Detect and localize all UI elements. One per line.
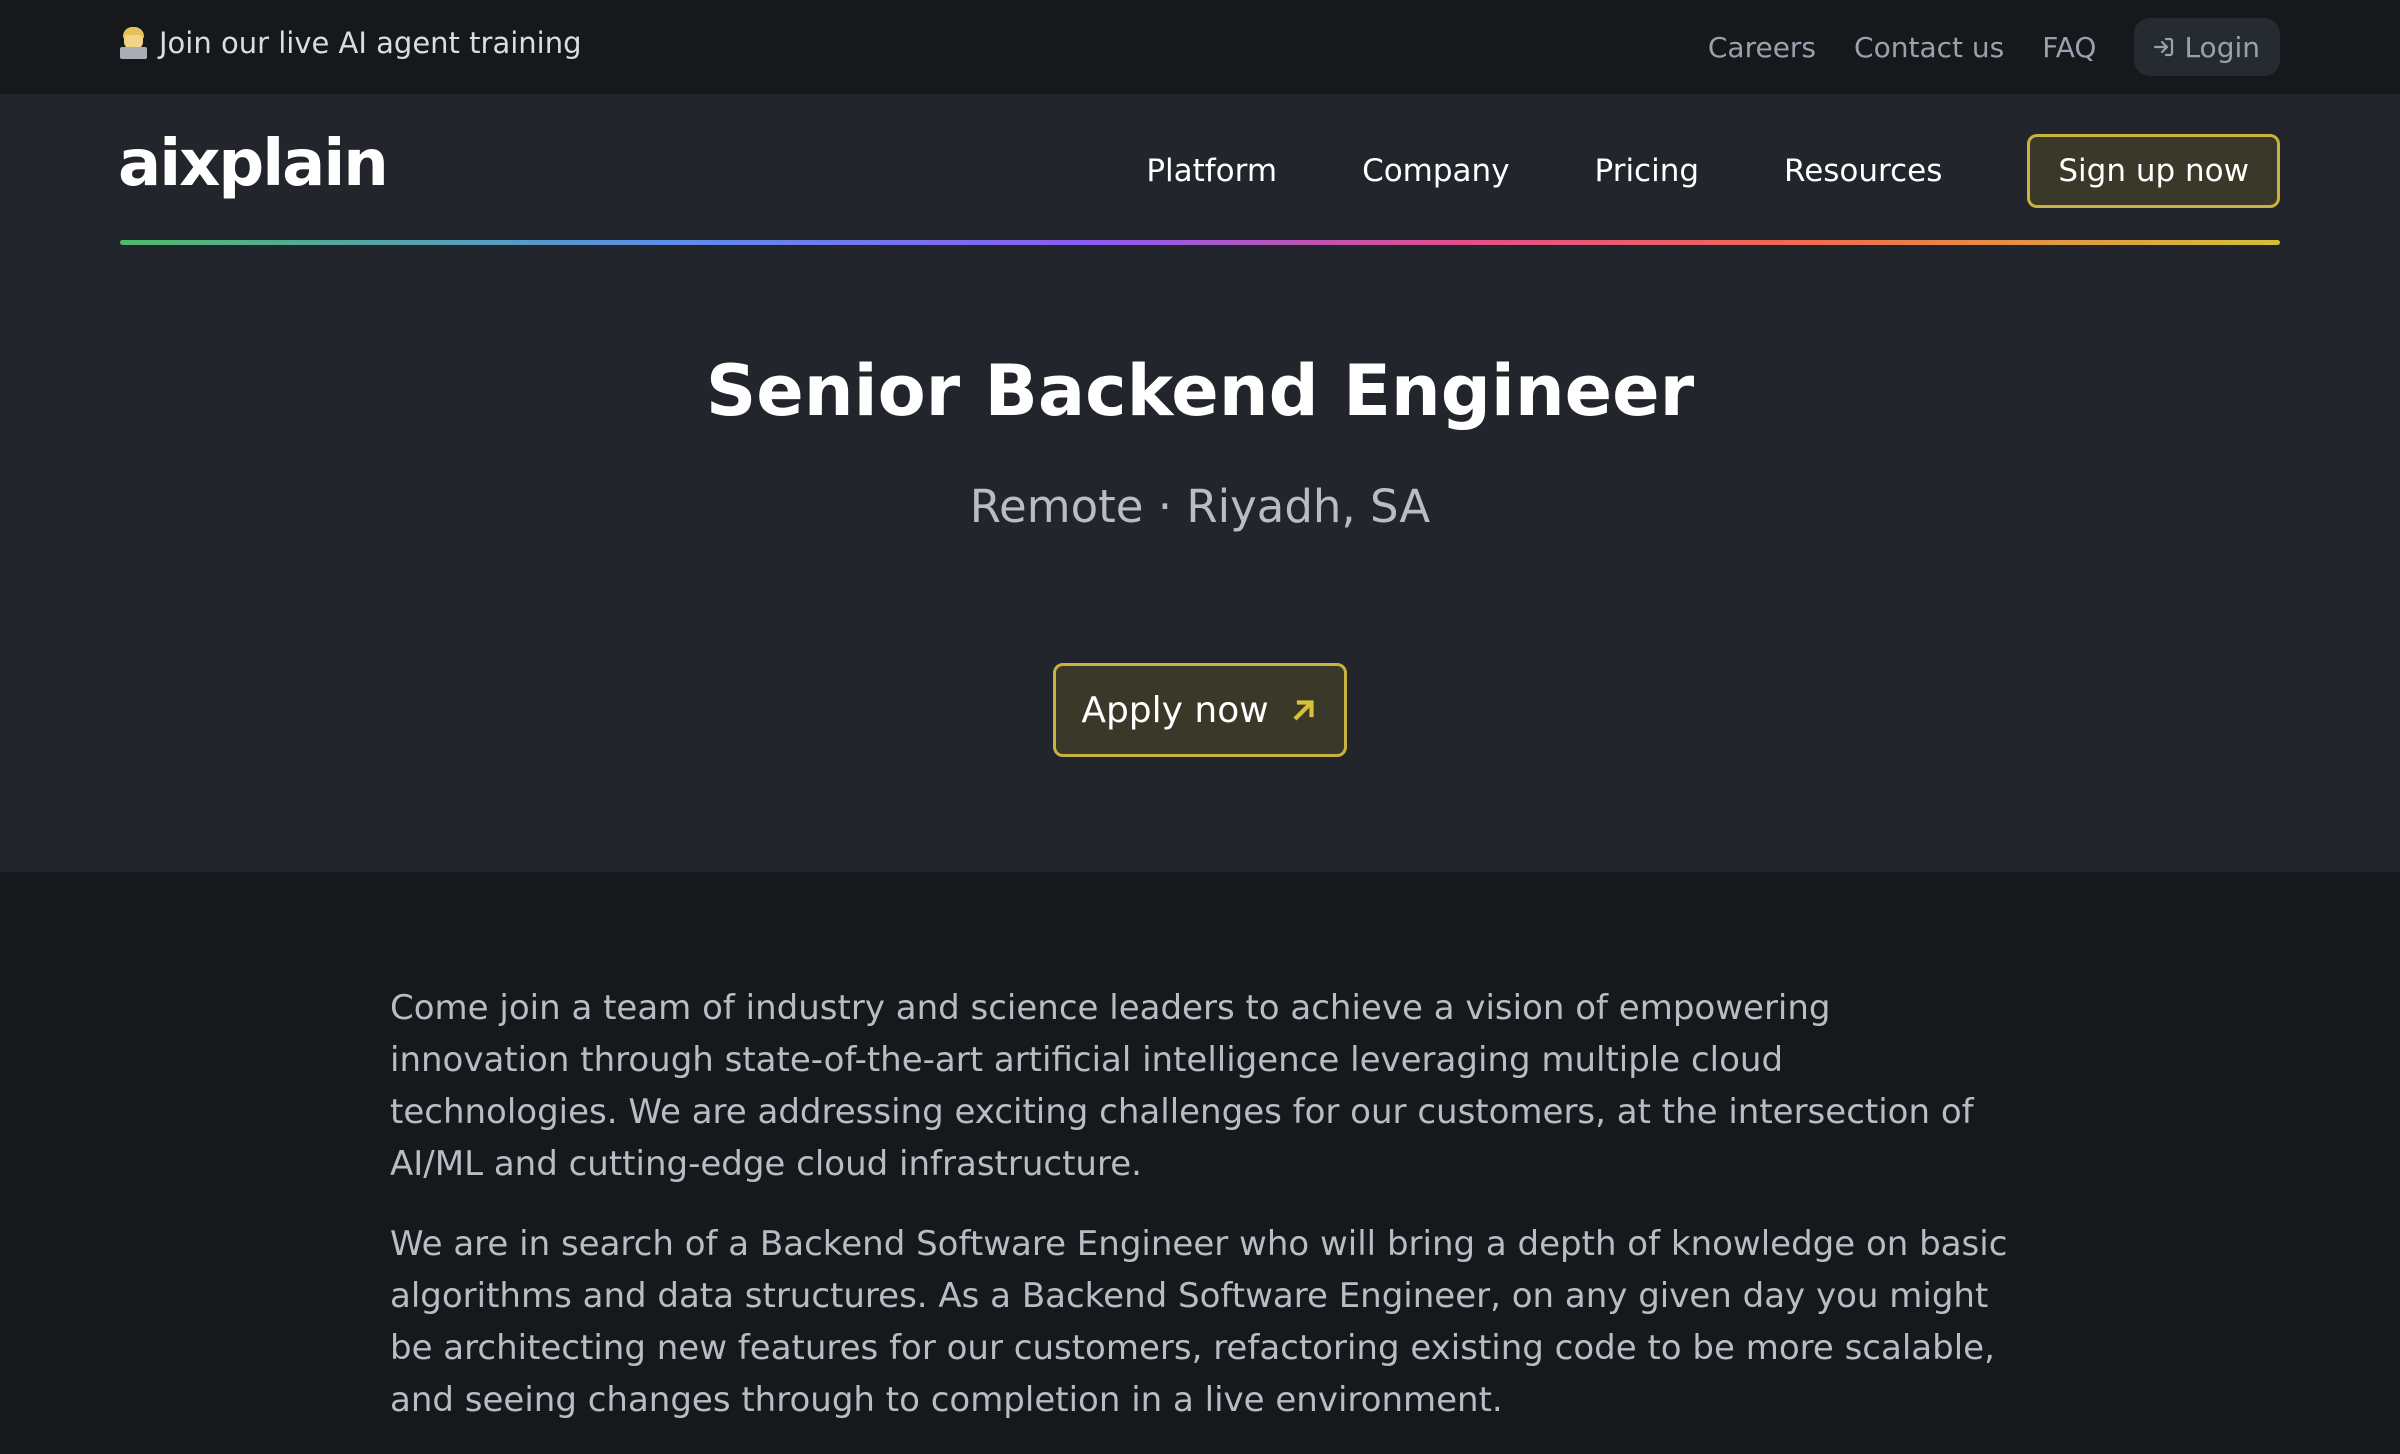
utility-nav: Careers Contact us FAQ Login <box>1670 18 2280 76</box>
faq-link[interactable]: FAQ <box>2042 31 2096 64</box>
nav-platform[interactable]: Platform <box>1146 153 1277 189</box>
training-announcement-link[interactable]: Join our live AI agent training <box>120 26 582 60</box>
announcement-text: Join our live AI agent training <box>159 26 582 60</box>
apply-now-button[interactable]: Apply now <box>1053 663 1347 757</box>
job-title: Senior Backend Engineer <box>705 350 1695 432</box>
job-hero: aixplain Platform Company Pricing Resour… <box>0 94 2400 872</box>
nav-pricing[interactable]: Pricing <box>1595 153 1700 189</box>
contact-us-link[interactable]: Contact us <box>1854 31 2004 64</box>
careers-link[interactable]: Careers <box>1708 31 1816 64</box>
login-label: Login <box>2184 30 2260 64</box>
sign-up-button[interactable]: Sign up now <box>2027 134 2280 208</box>
job-location: Remote · Riyadh, SA <box>969 480 1431 533</box>
login-icon <box>2154 37 2174 57</box>
nav-company[interactable]: Company <box>1362 153 1509 189</box>
arrow-up-right-icon <box>1293 700 1314 721</box>
main-nav: Platform Company Pricing Resources Sign … <box>1146 134 2280 208</box>
description-paragraph: We are in search of a Backend Software E… <box>390 1224 2008 1420</box>
description-paragraph: Come join a team of industry and science… <box>390 988 1974 1184</box>
apply-now-label: Apply now <box>1081 689 1269 731</box>
login-button[interactable]: Login <box>2134 18 2280 76</box>
job-description: Come join a team of industry and science… <box>390 982 2015 1454</box>
technologist-emoji-icon <box>120 27 147 59</box>
nav-resources[interactable]: Resources <box>1784 153 1942 189</box>
aixplain-logo[interactable]: aixplain <box>118 132 389 196</box>
top-announcement-bar: Join our live AI agent training Careers … <box>0 0 2400 94</box>
rainbow-divider <box>120 240 2280 245</box>
